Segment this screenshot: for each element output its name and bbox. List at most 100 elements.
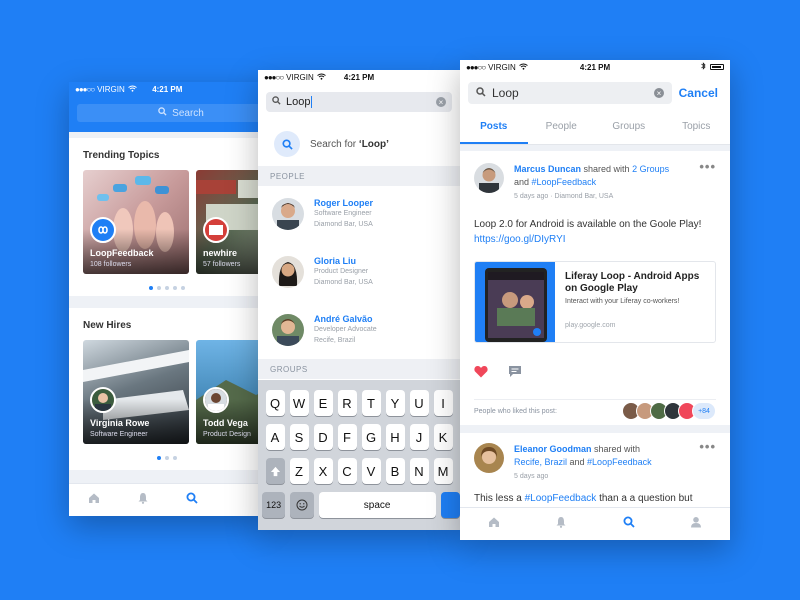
key-e[interactable]: E	[313, 390, 333, 416]
groups-link[interactable]: 2 Groups	[632, 164, 669, 174]
key-k[interactable]: K	[433, 424, 453, 450]
section-title: Trending Topics	[83, 150, 160, 161]
likes-label: People who liked this post:	[474, 407, 557, 415]
space-key[interactable]: space	[318, 492, 436, 518]
key-x[interactable]: X	[313, 458, 333, 484]
avatar	[272, 314, 304, 346]
more-likers-badge[interactable]: +84	[692, 402, 716, 420]
home-icon[interactable]	[488, 515, 500, 533]
hashtag-link[interactable]: #LoopFeedback	[587, 457, 652, 467]
profile-icon[interactable]	[690, 515, 702, 533]
comment-icon[interactable]	[508, 365, 522, 383]
post-actions	[474, 365, 522, 383]
search-input[interactable]: Loop ×	[468, 82, 672, 104]
key-t[interactable]: T	[361, 390, 381, 416]
key-i[interactable]: I	[433, 390, 453, 416]
more-options-icon[interactable]: •••	[699, 159, 716, 174]
carrier-label: VIRGIN	[97, 84, 125, 94]
wifi-icon	[518, 63, 528, 72]
key-s[interactable]: S	[289, 424, 309, 450]
person-name: André Galvão	[314, 314, 373, 324]
home-icon[interactable]	[88, 491, 100, 509]
key-z[interactable]: Z	[289, 458, 309, 484]
tab-groups[interactable]: Groups	[595, 112, 663, 144]
post-author-link[interactable]: Eleanor Goodman	[514, 444, 592, 454]
status-bar: ●●●○○ VIRGIN 4:21 PM	[258, 70, 460, 84]
key-n[interactable]: N	[409, 458, 429, 484]
carousel-pager[interactable]	[69, 456, 265, 460]
wifi-icon	[127, 85, 137, 94]
link-description: Interact with your Liferay co-workers!	[565, 298, 680, 305]
new-hire-tile-virginia[interactable]: Virginia Rowe Software Engineer	[83, 340, 189, 444]
carrier-label: VIRGIN	[488, 62, 516, 72]
avatar[interactable]	[474, 163, 504, 193]
key-j[interactable]: J	[409, 424, 429, 450]
keyboard-row-3: ZXCVBNM	[258, 458, 460, 484]
topic-tile-loopfeedback[interactable]: LoopFeedback 108 followers	[83, 170, 189, 274]
search-icon	[272, 96, 281, 108]
search-icon[interactable]	[186, 491, 198, 509]
groups-section-header: GROUPS	[258, 359, 460, 379]
key-v[interactable]: V	[361, 458, 381, 484]
clear-icon[interactable]: ×	[654, 88, 664, 98]
new-hire-name: Todd Vega	[203, 418, 248, 428]
avatar[interactable]	[474, 443, 504, 473]
key-y[interactable]: Y	[385, 390, 405, 416]
person-row[interactable]: Gloria Liu Product Designer Diamond Bar, U…	[258, 246, 460, 298]
search-suggestion[interactable]: Search for ‘Loop’	[258, 124, 460, 164]
tab-people[interactable]: People	[528, 112, 596, 144]
key-f[interactable]: F	[337, 424, 357, 450]
new-hire-tile-todd[interactable]: Todd Vega Product Design	[196, 340, 265, 444]
key-h[interactable]: H	[385, 424, 405, 450]
key-a[interactable]: A	[265, 424, 285, 450]
post-url-link[interactable]: https://goo.gl/DIyRYI	[474, 232, 716, 247]
key-b[interactable]: B	[385, 458, 405, 484]
clear-icon[interactable]: ×	[436, 97, 446, 107]
search-icon[interactable]	[623, 515, 635, 533]
key-u[interactable]: U	[409, 390, 429, 416]
person-row[interactable]: André Galvão Developer Advocate Recife, Br…	[258, 304, 460, 356]
person-row[interactable]: Roger Looper Software Engineer Diamond Bar…	[258, 188, 460, 240]
key-m[interactable]: M	[433, 458, 453, 484]
person-role: Product Designer	[314, 268, 369, 275]
numbers-key[interactable]: 123	[262, 492, 286, 518]
topic-name: newhire	[203, 248, 238, 258]
place-link[interactable]: Recife, Brazil	[514, 457, 567, 467]
key-c[interactable]: C	[337, 458, 357, 484]
bluetooth-icon	[701, 62, 706, 72]
more-options-icon[interactable]: •••	[699, 439, 716, 454]
keyboard: QWERTYUI ASDFGHJK ZXCVBNM 123 space	[258, 380, 460, 530]
tab-posts[interactable]: Posts	[460, 112, 528, 144]
key-q[interactable]: Q	[265, 390, 285, 416]
link-preview-card[interactable]: Liferay Loop - Android Apps on Google Pl…	[474, 261, 716, 343]
key-w[interactable]: W	[289, 390, 309, 416]
status-bar: ●●●○○ VIRGIN 4:21 PM	[69, 82, 265, 96]
link-title: Liferay Loop - Android Apps on Google Pl…	[565, 271, 700, 294]
bell-icon[interactable]	[137, 491, 149, 509]
tab-topics[interactable]: Topics	[663, 112, 731, 144]
post-author-link[interactable]: Marcus Duncan	[514, 164, 581, 174]
bell-icon[interactable]	[555, 515, 567, 533]
search-posts-screen: ●●●○○ VIRGIN 4:21 PM Loop × Cancel Posts …	[460, 60, 730, 540]
search-key[interactable]	[440, 492, 460, 518]
carousel-pager[interactable]	[69, 286, 265, 290]
key-d[interactable]: D	[313, 424, 333, 450]
shift-key[interactable]	[265, 458, 285, 484]
trending-topics-section: Trending Topics LoopFeedback 108 followe…	[69, 138, 265, 296]
heart-icon[interactable]	[474, 365, 488, 383]
topic-name: LoopFeedback	[90, 248, 154, 258]
hashtag-link[interactable]: #LoopFeedback	[532, 177, 597, 187]
liker-avatars[interactable]: +84	[622, 402, 716, 420]
search-value: Loop	[492, 86, 519, 100]
key-r[interactable]: R	[337, 390, 357, 416]
cancel-button[interactable]: Cancel	[679, 86, 718, 100]
emoji-key[interactable]	[290, 492, 314, 518]
explore-screen: ●●●○○ VIRGIN 4:21 PM Search Trending Topi…	[69, 82, 265, 516]
topic-tile-newhire[interactable]: newhire 57 followers	[196, 170, 265, 274]
key-g[interactable]: G	[361, 424, 381, 450]
post-body: This less a #LoopFeedback than a a quest…	[474, 493, 693, 504]
search-bar[interactable]: Search	[77, 104, 265, 122]
new-hire-role: Product Design	[203, 431, 251, 438]
hashtag-link[interactable]: #LoopFeedback	[525, 493, 597, 504]
search-input[interactable]: Loop ×	[266, 92, 452, 112]
